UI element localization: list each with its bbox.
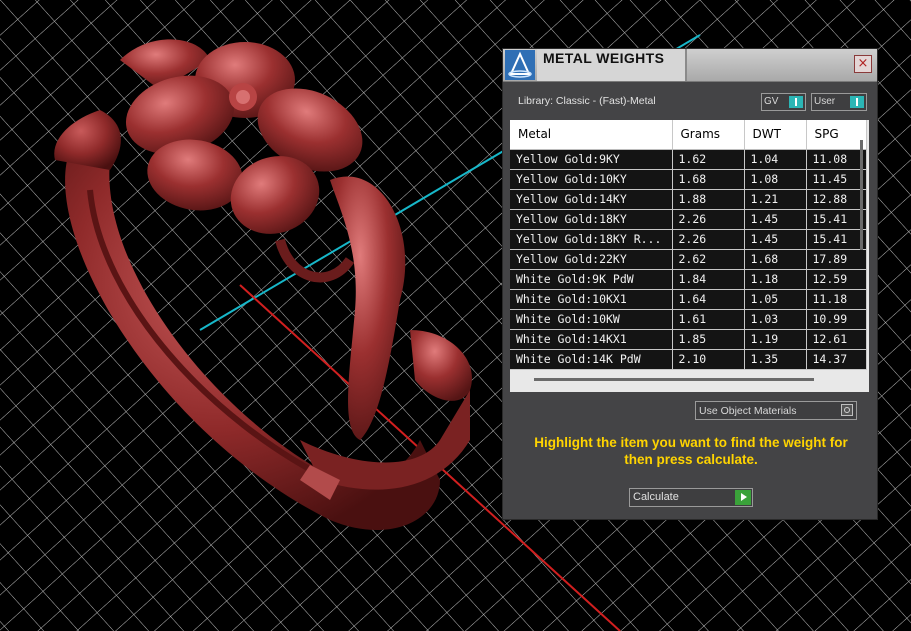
close-button[interactable]: × — [854, 55, 872, 73]
spg-cell: 14.37 — [806, 349, 867, 370]
library-label: Library: Classic - (Fast)-Metal — [518, 95, 656, 107]
calculate-button[interactable]: Calculate — [629, 488, 753, 507]
grams-cell: 1.68 — [672, 169, 745, 190]
metal-cell: White Gold:10KX1 — [510, 289, 673, 310]
grams-cell: 2.62 — [672, 249, 745, 270]
spg-cell: 11.18 — [806, 289, 867, 310]
grams-cell: 1.88 — [672, 189, 745, 210]
app-logo-icon — [505, 50, 535, 80]
radio-icon — [841, 404, 853, 416]
dwt-cell: 1.45 — [744, 229, 807, 250]
column-header-metal[interactable]: Metal — [510, 120, 673, 150]
dwt-cell: 1.03 — [744, 309, 807, 330]
table-row[interactable]: Yellow Gold:18KY R... 2.26 1.45 15.41 — [510, 229, 867, 250]
grams-cell: 2.26 — [672, 209, 745, 230]
table-row[interactable]: White Gold:14K PdW 2.10 1.35 14.37 — [510, 349, 867, 370]
grams-cell: 2.10 — [672, 349, 745, 370]
title-bar[interactable]: METAL WEIGHTS × — [503, 49, 877, 82]
toggle-indicator-icon — [850, 96, 864, 108]
use-object-materials-label: Use Object Materials — [699, 405, 797, 417]
dwt-cell: 1.68 — [744, 249, 807, 270]
window-title: METAL WEIGHTS — [543, 50, 665, 66]
dwt-cell: 1.18 — [744, 269, 807, 290]
user-toggle[interactable]: User — [811, 93, 867, 111]
gv-toggle-label: GV — [764, 96, 779, 107]
dwt-cell: 1.19 — [744, 329, 807, 350]
spg-cell: 17.89 — [806, 249, 867, 270]
spg-cell: 15.41 — [806, 209, 867, 230]
user-toggle-label: User — [814, 96, 836, 107]
column-header-spg[interactable]: SPG — [806, 120, 867, 150]
spg-cell: 11.45 — [806, 169, 867, 190]
table-row[interactable]: Yellow Gold:14KY 1.88 1.21 12.88 — [510, 189, 867, 210]
metal-cell: Yellow Gold:9KY — [510, 149, 673, 170]
spg-cell: 15.41 — [806, 229, 867, 250]
metal-cell: Yellow Gold:22KY — [510, 249, 673, 270]
column-header-dwt[interactable]: DWT — [744, 120, 807, 150]
spg-cell: 12.59 — [806, 269, 867, 290]
grams-cell: 1.85 — [672, 329, 745, 350]
metal-cell: Yellow Gold:14KY — [510, 189, 673, 210]
dwt-cell: 1.08 — [744, 169, 807, 190]
grams-cell: 1.64 — [672, 289, 745, 310]
table-row[interactable]: White Gold:9K PdW 1.84 1.18 12.59 — [510, 269, 867, 290]
metal-cell: White Gold:10KW — [510, 309, 673, 330]
toggle-indicator-icon — [789, 96, 803, 108]
use-object-materials-toggle[interactable]: Use Object Materials — [695, 401, 857, 420]
grams-cell: 1.84 — [672, 269, 745, 290]
metal-cell: White Gold:14KX1 — [510, 329, 673, 350]
metal-weights-panel: METAL WEIGHTS × Library: Classic - (Fast… — [502, 48, 878, 520]
spg-cell: 12.61 — [806, 329, 867, 350]
table-row[interactable]: Yellow Gold:10KY 1.68 1.08 11.45 — [510, 169, 867, 190]
dwt-cell: 1.21 — [744, 189, 807, 210]
spg-cell: 12.88 — [806, 189, 867, 210]
table-row[interactable]: Yellow Gold:22KY 2.62 1.68 17.89 — [510, 249, 867, 270]
metal-cell: White Gold:14K PdW — [510, 349, 673, 370]
vertical-scrollbar[interactable] — [860, 140, 863, 250]
table-row[interactable]: Yellow Gold:9KY 1.62 1.04 11.08 — [510, 149, 867, 170]
metal-cell: Yellow Gold:18KY R... — [510, 229, 673, 250]
gv-toggle[interactable]: GV — [761, 93, 806, 111]
spg-cell: 11.08 — [806, 149, 867, 170]
instructions-text: Highlight the item you want to find the … — [534, 435, 848, 467]
metal-cell: Yellow Gold:10KY — [510, 169, 673, 190]
dwt-cell: 1.05 — [744, 289, 807, 310]
table-row[interactable]: White Gold:14KX1 1.85 1.19 12.61 — [510, 329, 867, 350]
table-header-row: Metal Grams DWT SPG — [510, 120, 867, 150]
metal-table: Metal Grams DWT SPG Yellow Gold:9KY 1.62… — [510, 120, 867, 370]
metal-cell: Yellow Gold:18KY — [510, 209, 673, 230]
grams-cell: 1.62 — [672, 149, 745, 170]
spg-cell: 10.99 — [806, 309, 867, 330]
table-row[interactable]: Yellow Gold:18KY 2.26 1.45 15.41 — [510, 209, 867, 230]
title-tab: METAL WEIGHTS — [537, 49, 687, 81]
horizontal-scrollbar[interactable] — [534, 378, 814, 381]
dwt-cell: 1.45 — [744, 209, 807, 230]
grams-cell: 1.61 — [672, 309, 745, 330]
table-row[interactable]: White Gold:10KX1 1.64 1.05 11.18 — [510, 289, 867, 310]
dwt-cell: 1.04 — [744, 149, 807, 170]
dwt-cell: 1.35 — [744, 349, 807, 370]
column-header-grams[interactable]: Grams — [672, 120, 745, 150]
metal-cell: White Gold:9K PdW — [510, 269, 673, 290]
table-row[interactable]: White Gold:10KW 1.61 1.03 10.99 — [510, 309, 867, 330]
grams-cell: 2.26 — [672, 229, 745, 250]
close-icon: × — [857, 56, 869, 71]
metal-table-container[interactable]: Metal Grams DWT SPG Yellow Gold:9KY 1.62… — [510, 120, 869, 392]
play-icon — [735, 490, 751, 505]
calculate-label: Calculate — [633, 491, 679, 503]
